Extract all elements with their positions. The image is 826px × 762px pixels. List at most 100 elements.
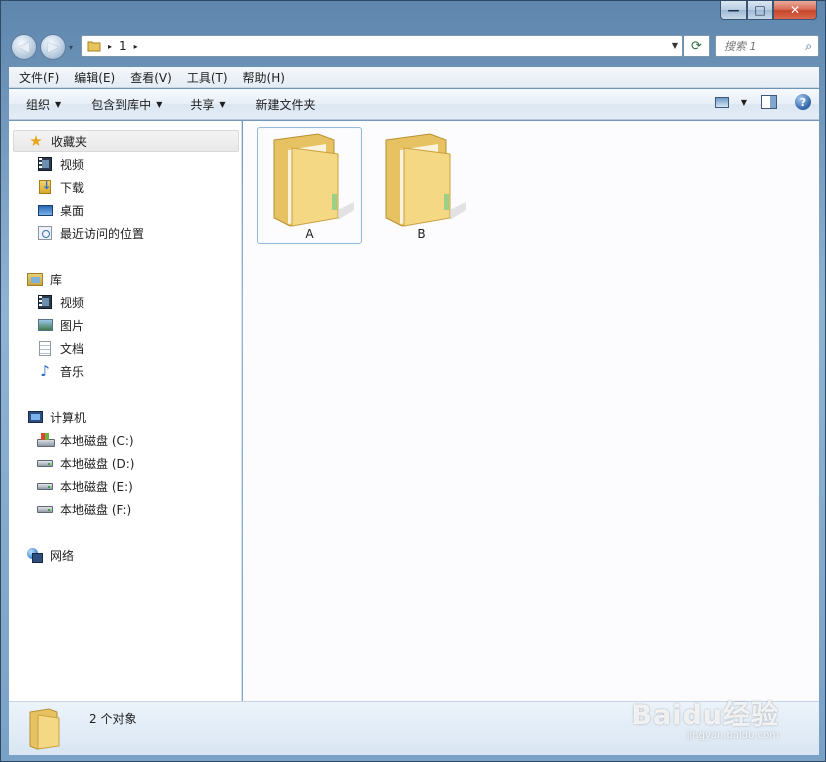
new-folder-button[interactable]: 新建文件夹 bbox=[247, 96, 325, 113]
hard-drive-icon bbox=[37, 501, 53, 517]
sidebar-item-label: 本地磁盘 (D:) bbox=[60, 456, 135, 471]
folder-icon bbox=[87, 41, 101, 52]
sidebar-item-drive-d[interactable]: 本地磁盘 (D:) bbox=[37, 452, 134, 474]
hard-drive-icon bbox=[37, 478, 53, 494]
sidebar-item-label: 计算机 bbox=[50, 410, 87, 425]
back-button[interactable]: ◀ bbox=[11, 34, 37, 60]
address-bar[interactable]: ▸ 1 ▸ ▼ bbox=[81, 35, 683, 57]
chevron-down-icon: ▼ bbox=[55, 99, 62, 109]
sidebar-item-libraries[interactable]: 库 bbox=[13, 268, 239, 290]
hard-drive-icon bbox=[37, 455, 53, 471]
command-bar-right: ▼ ? bbox=[714, 94, 811, 110]
minimize-button[interactable]: — bbox=[720, 1, 747, 20]
explorer-window: — □ ✕ ◀ ▶ ▾ ▸ 1 ▸ ▼ ⟳ ⌕ 文件(F) 编辑(E) 查看 bbox=[0, 0, 826, 762]
system-drive-icon bbox=[37, 432, 55, 448]
navigation-pane: ★ 收藏夹 视频 下载 桌面 最近访问的位置 库 视频 图片 bbox=[9, 121, 242, 701]
help-icon[interactable]: ? bbox=[795, 94, 811, 110]
menu-view[interactable]: 查看(V) bbox=[125, 69, 177, 86]
sidebar-item-documents[interactable]: 文档 bbox=[37, 337, 84, 359]
folder-icon bbox=[273, 133, 354, 227]
video-icon bbox=[37, 294, 53, 310]
folder-icon bbox=[29, 708, 60, 750]
breadcrumb-separator[interactable]: ▸ bbox=[108, 42, 112, 51]
sidebar-item-library-videos[interactable]: 视频 bbox=[37, 291, 84, 313]
sidebar-item-label: 网络 bbox=[50, 548, 75, 563]
sidebar-item-recent-places[interactable]: 最近访问的位置 bbox=[37, 222, 144, 244]
folder-name: B bbox=[417, 227, 426, 241]
folder-icon bbox=[385, 133, 466, 227]
details-pane: 2 个对象 bbox=[9, 701, 819, 755]
breadcrumb-separator[interactable]: ▸ bbox=[134, 42, 138, 51]
menu-file[interactable]: 文件(F) bbox=[14, 69, 64, 86]
back-arrow-icon: ◀ bbox=[18, 39, 30, 55]
search-input[interactable] bbox=[724, 39, 794, 53]
share-button[interactable]: 共享 ▼ bbox=[181, 96, 234, 113]
folder-item-a[interactable]: A bbox=[257, 127, 362, 244]
sidebar-item-label: 视频 bbox=[60, 157, 85, 172]
file-list-area[interactable]: A B bbox=[243, 121, 819, 701]
sidebar-item-music[interactable]: ♪ 音乐 bbox=[37, 360, 84, 382]
sidebar-item-favorites[interactable]: ★ 收藏夹 bbox=[13, 130, 239, 152]
sidebar-item-label: 视频 bbox=[60, 295, 85, 310]
new-folder-label: 新建文件夹 bbox=[255, 97, 316, 112]
maximize-button[interactable]: □ bbox=[747, 1, 773, 20]
sidebar-item-label: 本地磁盘 (C:) bbox=[60, 433, 134, 448]
close-button[interactable]: ✕ bbox=[773, 1, 817, 20]
sidebar-item-drive-c[interactable]: 本地磁盘 (C:) bbox=[37, 429, 134, 451]
menu-bar: 文件(F) 编辑(E) 查看(V) 工具(T) 帮助(H) bbox=[9, 67, 819, 88]
recent-pages-dropdown[interactable]: ▾ bbox=[69, 43, 73, 52]
sidebar-item-label: 本地磁盘 (F:) bbox=[60, 502, 132, 517]
address-dropdown-icon[interactable]: ▼ bbox=[672, 41, 678, 50]
menu-edit[interactable]: 编辑(E) bbox=[69, 69, 120, 86]
sidebar-item-label: 图片 bbox=[60, 318, 85, 333]
star-icon: ★ bbox=[29, 132, 43, 150]
window-controls: — □ ✕ bbox=[720, 1, 817, 21]
view-options-dropdown[interactable]: ▼ bbox=[741, 98, 747, 107]
recent-places-icon bbox=[37, 225, 53, 241]
sidebar-item-videos[interactable]: 视频 bbox=[37, 153, 84, 175]
sidebar-item-network[interactable]: 网络 bbox=[13, 544, 239, 566]
menu-help[interactable]: 帮助(H) bbox=[238, 69, 290, 86]
sidebar-item-computer[interactable]: 计算机 bbox=[13, 406, 239, 428]
search-icon[interactable]: ⌕ bbox=[805, 39, 812, 54]
sidebar-item-desktop[interactable]: 桌面 bbox=[37, 199, 84, 221]
forward-arrow-icon: ▶ bbox=[47, 39, 59, 55]
search-box[interactable]: ⌕ bbox=[715, 35, 819, 57]
item-count-text: 2 个对象 bbox=[89, 712, 137, 726]
network-icon bbox=[27, 547, 43, 563]
chevron-down-icon: ▼ bbox=[156, 99, 163, 109]
pictures-icon bbox=[37, 317, 53, 333]
sidebar-item-label: 桌面 bbox=[60, 203, 85, 218]
sidebar-item-downloads[interactable]: 下载 bbox=[37, 176, 84, 198]
include-in-library-button[interactable]: 包含到库中 ▼ bbox=[82, 96, 171, 113]
include-in-library-label: 包含到库中 bbox=[91, 97, 152, 112]
sidebar-item-label: 最近访问的位置 bbox=[60, 226, 145, 241]
sidebar-item-label: 下载 bbox=[60, 180, 85, 195]
command-bar: 组织 ▼ 包含到库中 ▼ 共享 ▼ 新建文件夹 ▼ ? bbox=[9, 89, 819, 120]
refresh-button[interactable]: ⟳ bbox=[684, 35, 710, 57]
sidebar-item-label: 音乐 bbox=[60, 364, 85, 379]
forward-button[interactable]: ▶ bbox=[40, 34, 66, 60]
menu-tools[interactable]: 工具(T) bbox=[182, 69, 233, 86]
music-note-icon: ♪ bbox=[40, 362, 50, 380]
computer-icon bbox=[27, 409, 43, 425]
folder-name: A bbox=[305, 227, 314, 241]
library-icon bbox=[27, 271, 43, 287]
sidebar-item-label: 收藏夹 bbox=[51, 134, 88, 149]
video-icon bbox=[37, 156, 53, 172]
breadcrumb-item[interactable]: 1 bbox=[119, 39, 127, 53]
sidebar-item-label: 本地磁盘 (E:) bbox=[60, 479, 133, 494]
sidebar-item-pictures[interactable]: 图片 bbox=[37, 314, 84, 336]
sidebar-item-label: 库 bbox=[50, 272, 63, 287]
folder-item-b[interactable]: B bbox=[369, 127, 474, 244]
sidebar-item-drive-f[interactable]: 本地磁盘 (F:) bbox=[37, 498, 131, 520]
organize-button[interactable]: 组织 ▼ bbox=[17, 96, 70, 113]
change-view-icon[interactable] bbox=[714, 96, 729, 108]
sidebar-item-label: 文档 bbox=[60, 341, 85, 356]
preview-pane-icon[interactable] bbox=[761, 95, 777, 109]
navigation-row: ◀ ▶ ▾ ▸ 1 ▸ ▼ ⟳ ⌕ bbox=[9, 31, 819, 61]
sidebar-item-drive-e[interactable]: 本地磁盘 (E:) bbox=[37, 475, 133, 497]
organize-label: 组织 bbox=[26, 97, 51, 112]
chevron-down-icon: ▼ bbox=[219, 99, 226, 109]
downloads-icon bbox=[37, 179, 53, 195]
